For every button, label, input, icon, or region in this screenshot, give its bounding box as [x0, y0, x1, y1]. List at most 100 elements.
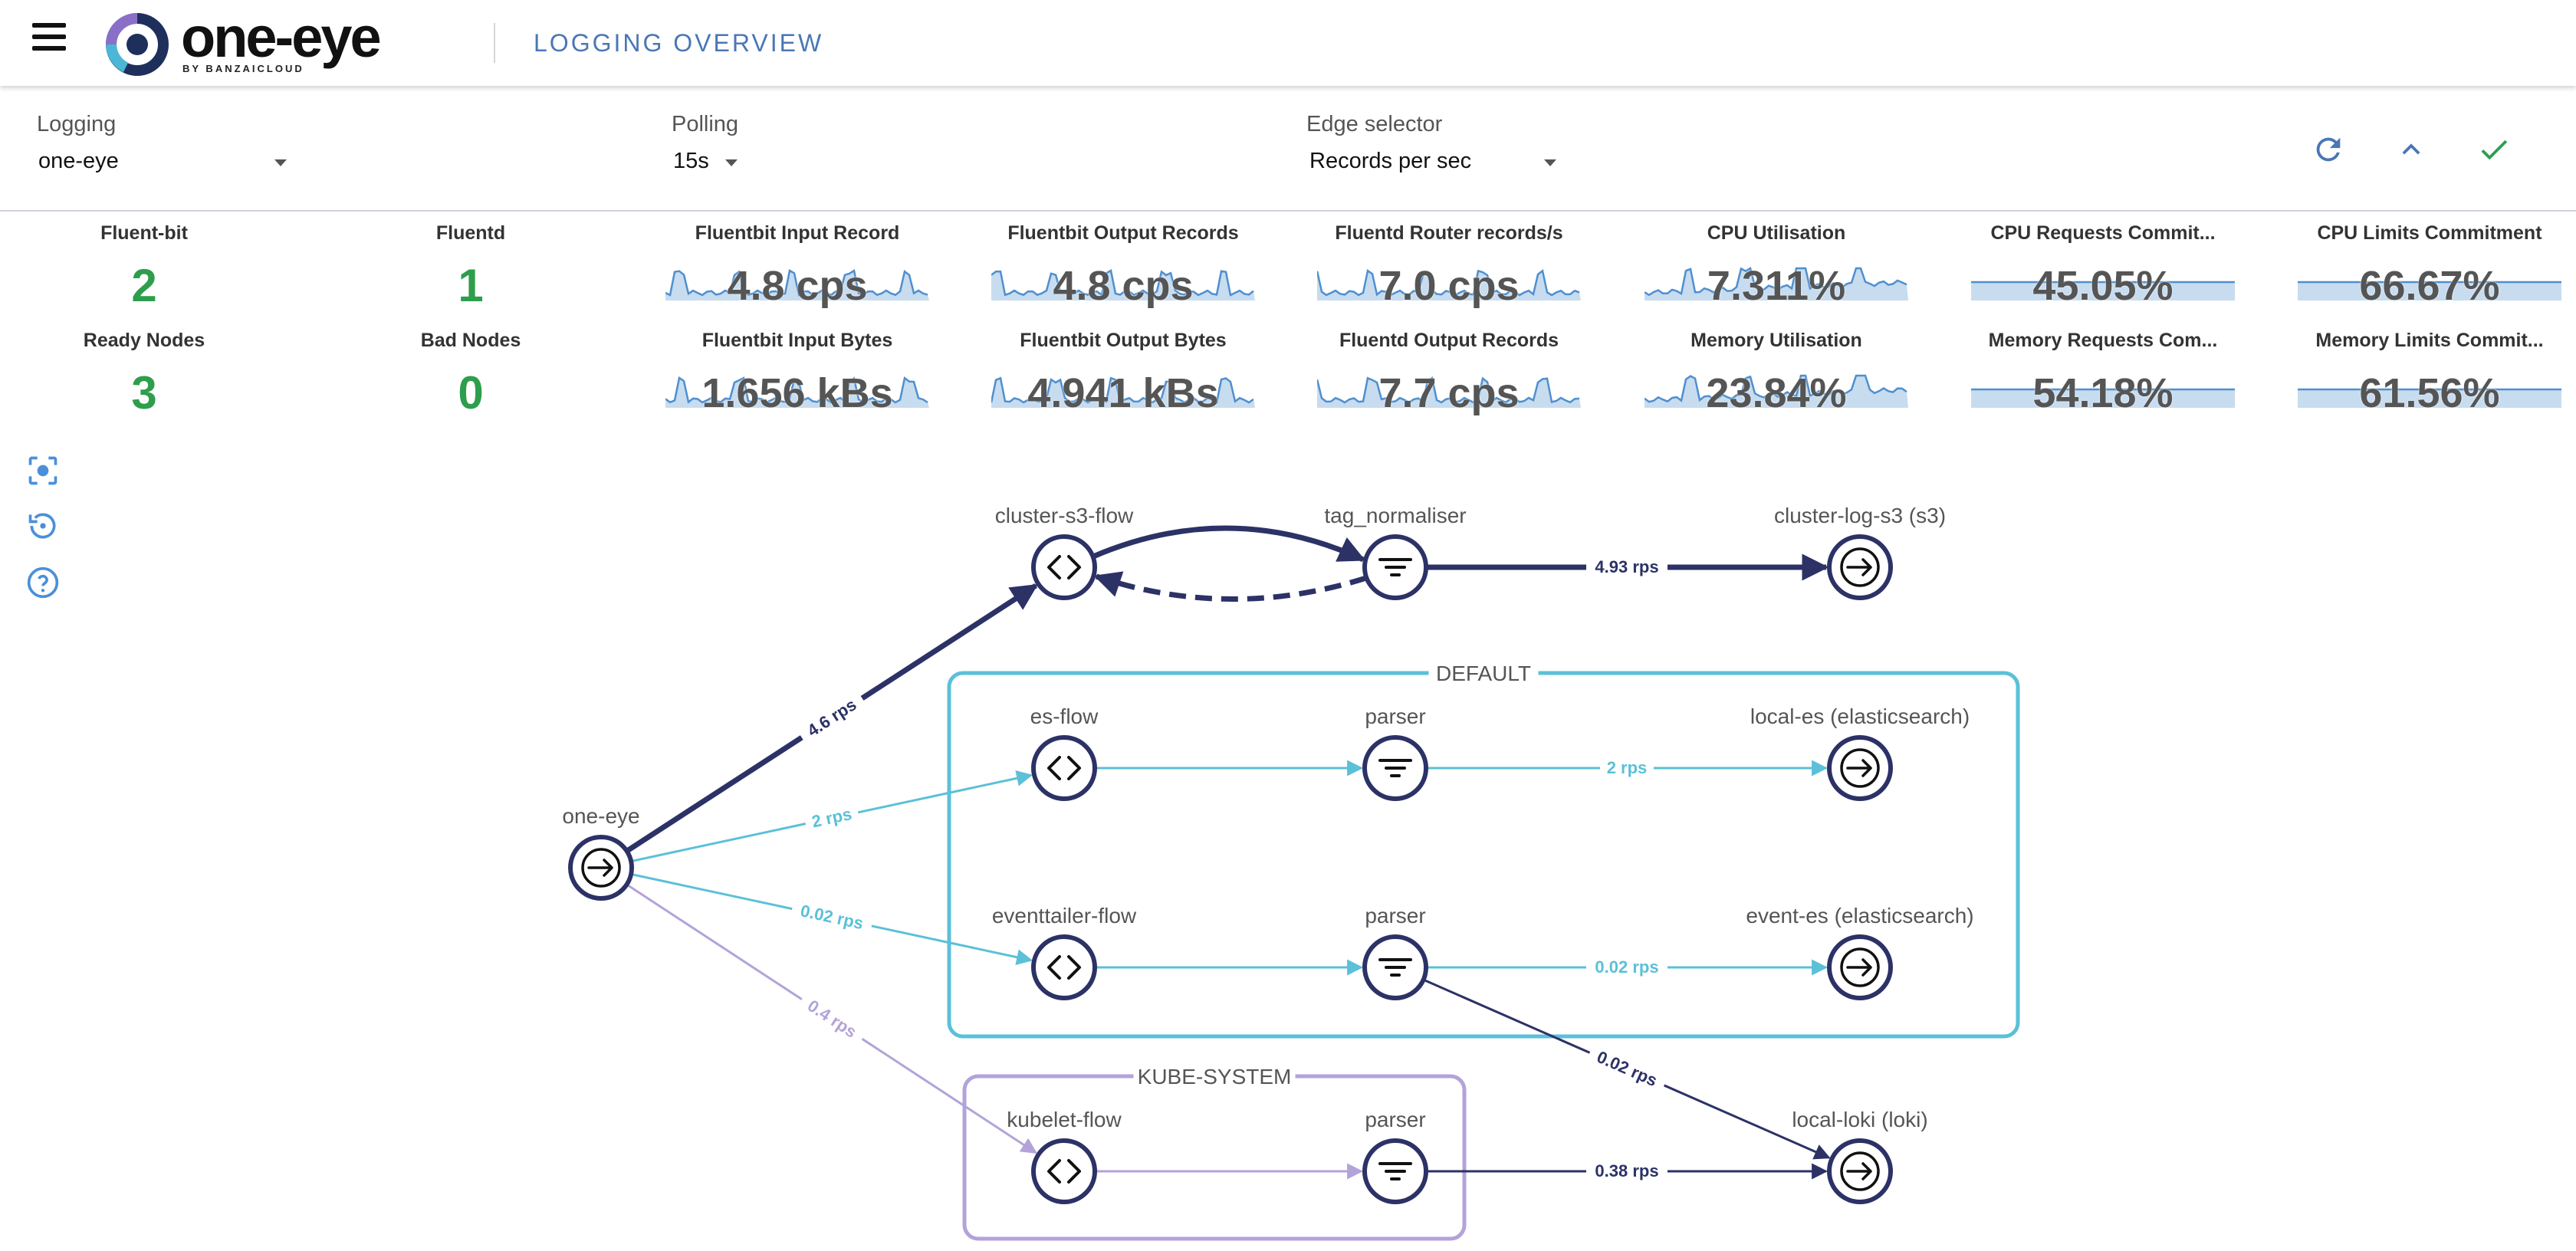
stat-value: 4.941 kBs	[1027, 370, 1219, 416]
stat-title: Memory Utilisation	[1691, 330, 1862, 351]
polling-label: Polling	[672, 112, 739, 136]
node-label: eventtailer-flow	[992, 904, 1137, 928]
logging-select[interactable]: one-eye	[38, 149, 291, 179]
edge-tag_normaliser-to-cluster-log-s3[interactable]: 4.93 rps	[1428, 553, 1829, 581]
page-title: LOGGING OVERVIEW	[534, 29, 824, 57]
node-eventtailer-flow[interactable]: eventtailer-flow	[992, 904, 1137, 1000]
edge-cluster-s3-flow-to-tag_normaliser[interactable]	[1092, 525, 1366, 563]
edge-parser-es-to-local-es[interactable]: 2 rps	[1428, 757, 1829, 777]
node-label: local-loki (loki)	[1792, 1108, 1927, 1131]
node-kubelet-flow[interactable]: kubelet-flow	[1007, 1108, 1122, 1204]
logging-select-value: one-eye	[38, 149, 119, 173]
node-tag_normaliser[interactable]: tag_normaliser	[1324, 504, 1467, 600]
node-label: parser	[1365, 904, 1425, 928]
edge-label: 0.38 rps	[1595, 1161, 1658, 1180]
edge-label: 2 rps	[810, 804, 854, 832]
stat-value: 7.7 cps	[1378, 370, 1520, 416]
edge-label: 0.4 rps	[804, 996, 860, 1042]
edge-one-eye-to-kubelet-flow[interactable]: 0.4 rps	[627, 884, 1037, 1154]
stat-title: Memory Requests Com...	[1988, 330, 2218, 351]
stat-value: 66.67%	[2359, 263, 2500, 309]
edge-parser-event-to-local-loki[interactable]: 0.02 rps	[1424, 979, 1831, 1160]
group-label: KUBE-SYSTEM	[1138, 1065, 1292, 1088]
node-parser-event[interactable]: parser	[1362, 904, 1428, 1000]
node-label: local-es (elasticsearch)	[1750, 704, 1970, 728]
fluentd-value: 1	[458, 260, 484, 311]
node-cluster-s3-flow[interactable]: cluster-s3-flow	[995, 504, 1134, 600]
logo-subtitle: BY BANZAICLOUD	[182, 63, 304, 74]
stat-value: 54.18%	[2032, 370, 2174, 416]
edge-parser-kube-to-local-loki[interactable]: 0.38 rps	[1428, 1161, 1829, 1180]
node-label: cluster-s3-flow	[995, 504, 1134, 527]
node-label: es-flow	[1030, 704, 1099, 728]
refresh-icon[interactable]	[2311, 132, 2346, 167]
edge-label-group: 0.02 rps	[790, 898, 874, 935]
node-local-loki[interactable]: local-loki (loki)	[1792, 1108, 1928, 1204]
node-event-es[interactable]: event-es (elasticsearch)	[1746, 904, 1974, 1000]
stat-value: 7.311%	[1707, 263, 1846, 309]
edge-label-group: 4.6 rps	[796, 689, 868, 746]
bad-nodes-value: 0	[458, 367, 484, 419]
node-label: kubelet-flow	[1007, 1108, 1122, 1131]
edge-tag_normaliser-to-cluster-s3-flow[interactable]	[1093, 571, 1368, 602]
edge-label-group: 0.4 rps	[797, 990, 869, 1047]
stat-value: 1.656 kBs	[702, 370, 893, 416]
edge-parser-event-to-event-es[interactable]: 0.02 rps	[1428, 957, 1829, 977]
node-label: cluster-log-s3 (s3)	[1774, 504, 1946, 527]
chevron-down-icon	[274, 159, 287, 166]
edge-label: 0.02 rps	[1595, 957, 1658, 977]
edge-one-eye-to-cluster-s3-flow[interactable]: 4.6 rps	[626, 583, 1039, 853]
node-label: parser	[1365, 1108, 1425, 1131]
edge-label-group: 0.02 rps	[1585, 1042, 1669, 1094]
edge-label: 0.02 rps	[1594, 1047, 1660, 1090]
stat-value: 45.05%	[2032, 263, 2174, 309]
node-es-flow[interactable]: es-flow	[1030, 704, 1099, 801]
stat-title: CPU Requests Commit...	[1990, 222, 2216, 244]
help-icon[interactable]	[26, 566, 60, 599]
stat-value: 4.8 cps	[1053, 263, 1194, 309]
node-parser-kube[interactable]: parser	[1362, 1108, 1428, 1204]
stat-title: CPU Utilisation	[1707, 222, 1846, 244]
stat-title: Memory Limits Commit...	[2315, 330, 2544, 351]
edge-label-group: 0.02 rps	[1586, 957, 1668, 977]
edge-label-group: 2 rps	[803, 802, 860, 833]
stat-title: Fluentbit Input Record	[695, 222, 900, 244]
bad-nodes-title: Bad Nodes	[420, 330, 521, 351]
logo-word: one-eye	[181, 5, 382, 69]
stat-title: Fluentd Router records/s	[1335, 222, 1563, 244]
node-label: parser	[1365, 704, 1425, 728]
history-icon[interactable]	[26, 509, 60, 543]
ready-nodes-value: 3	[131, 367, 157, 419]
fluent-bit-value: 2	[131, 260, 157, 311]
node-label: one-eye	[562, 804, 639, 828]
checkmark-icon[interactable]	[2476, 132, 2512, 167]
node-local-es[interactable]: local-es (elasticsearch)	[1750, 704, 1970, 801]
polling-select[interactable]: 15s	[673, 149, 744, 179]
stat-value: 61.56%	[2359, 370, 2500, 416]
edge-label-group: 4.93 rps	[1586, 557, 1668, 576]
edge-one-eye-to-es-flow[interactable]: 2 rps	[632, 770, 1033, 862]
logging-label: Logging	[37, 112, 117, 136]
focus-icon[interactable]	[26, 454, 60, 488]
node-label: tag_normaliser	[1324, 504, 1466, 527]
fluent-bit-title: Fluent-bit	[100, 222, 188, 244]
edge-label-group: 0.38 rps	[1586, 1161, 1668, 1180]
chevron-down-icon	[1544, 159, 1556, 166]
stat-title: Fluentd Output Records	[1339, 330, 1559, 351]
hamburger-menu-icon[interactable]	[32, 23, 66, 54]
edge-selector-label: Edge selector	[1306, 112, 1443, 136]
node-parser-es[interactable]: parser	[1362, 704, 1428, 801]
node-cluster-log-s3[interactable]: cluster-log-s3 (s3)	[1774, 504, 1946, 600]
chevron-down-icon	[725, 159, 738, 166]
stat-value: 23.84%	[1706, 370, 1847, 416]
edge-label: 4.6 rps	[803, 694, 859, 740]
edge-label-group: 2 rps	[1600, 757, 1654, 777]
edge-selector-value: Records per sec	[1309, 149, 1472, 173]
node-one-eye[interactable]: one-eye	[562, 804, 640, 901]
edge-selector-select[interactable]: Records per sec	[1309, 149, 1562, 179]
stat-title: CPU Limits Commitment	[2317, 222, 2542, 244]
edge-label: 4.93 rps	[1595, 557, 1658, 576]
top-bar: one-eye BY BANZAICLOUD LOGGING OVERVIEW	[0, 0, 2576, 86]
edge-one-eye-to-eventtailer-flow[interactable]: 0.02 rps	[632, 873, 1033, 966]
chevron-up-icon[interactable]	[2394, 132, 2429, 167]
